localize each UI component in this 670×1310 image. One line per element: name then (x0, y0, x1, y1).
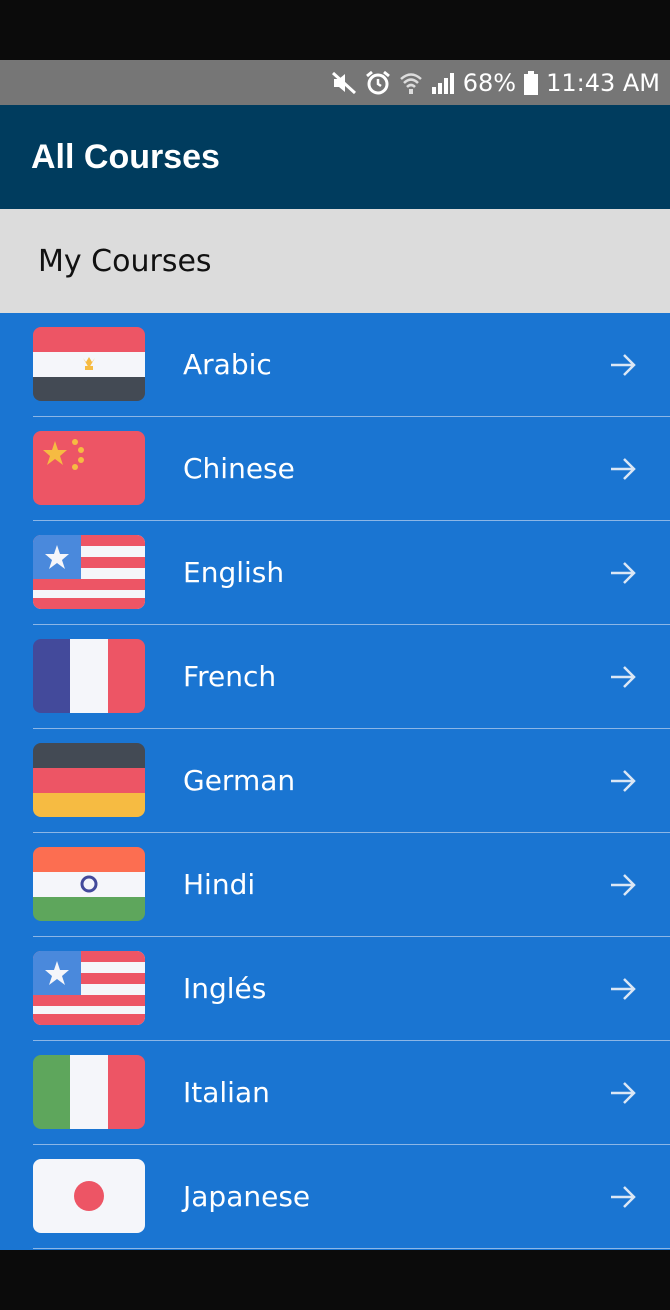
app-bar: All Courses (0, 105, 670, 209)
arrow-right-icon (608, 663, 638, 691)
course-item-german[interactable]: German (0, 729, 670, 833)
divider (33, 1248, 670, 1249)
course-item-japanese[interactable]: Japanese (0, 1145, 670, 1249)
course-label: English (183, 556, 285, 589)
arrow-right-icon (608, 1079, 638, 1107)
germany-flag-icon (33, 743, 145, 817)
clock-time: 11:43 AM (546, 68, 660, 97)
battery-percent: 68% (462, 68, 517, 97)
course-label: French (183, 660, 277, 693)
status-bar: 68% 11:43 AM (0, 60, 670, 105)
course-item-english[interactable]: English (0, 521, 670, 625)
course-list: Arabic Chinese English French German Hin… (0, 313, 670, 1250)
italy-flag-icon (33, 1055, 145, 1129)
china-flag-icon (33, 431, 145, 505)
course-item-ingles[interactable]: Inglés (0, 937, 670, 1041)
navigation-bar-area (0, 1250, 670, 1310)
arrow-right-icon (608, 975, 638, 1003)
course-label: German (183, 764, 296, 797)
top-system-area (0, 0, 670, 60)
usa-flag-icon (33, 951, 145, 1025)
arrow-right-icon (608, 351, 638, 379)
course-label: Inglés (183, 972, 267, 1005)
arrow-right-icon (608, 455, 638, 483)
course-label: Chinese (183, 452, 295, 485)
arrow-right-icon (608, 767, 638, 795)
signal-icon (431, 72, 455, 94)
course-item-italian[interactable]: Italian (0, 1041, 670, 1145)
course-item-french[interactable]: French (0, 625, 670, 729)
course-item-arabic[interactable]: Arabic (0, 313, 670, 417)
course-item-chinese[interactable]: Chinese (0, 417, 670, 521)
egypt-flag-icon (33, 327, 145, 401)
course-item-hindi[interactable]: Hindi (0, 833, 670, 937)
course-label: Arabic (183, 348, 272, 381)
mute-icon (331, 71, 357, 95)
my-courses-header[interactable]: My Courses (0, 209, 670, 313)
india-flag-icon (33, 847, 145, 921)
japan-flag-icon (33, 1159, 145, 1233)
usa-flag-icon (33, 535, 145, 609)
alarm-icon (365, 70, 391, 96)
arrow-right-icon (608, 1183, 638, 1211)
page-title: All Courses (31, 137, 220, 176)
battery-icon (524, 70, 539, 95)
section-title: My Courses (38, 243, 212, 279)
arrow-right-icon (608, 871, 638, 899)
course-label: Italian (183, 1076, 270, 1109)
arrow-right-icon (608, 559, 638, 587)
course-label: Hindi (183, 868, 256, 901)
france-flag-icon (33, 639, 145, 713)
course-label: Japanese (183, 1180, 311, 1213)
wifi-icon (399, 71, 423, 95)
